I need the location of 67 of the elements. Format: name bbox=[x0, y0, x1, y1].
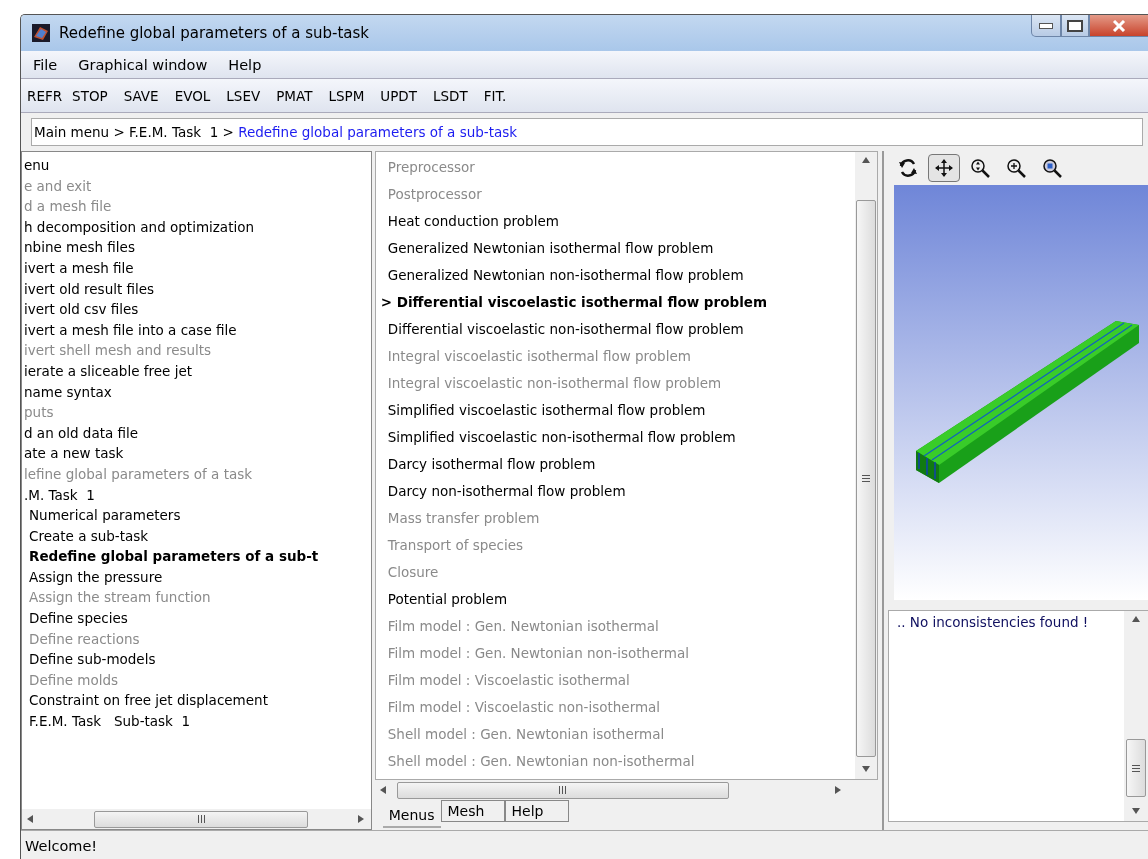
minimize-button[interactable] bbox=[1031, 15, 1061, 37]
list-item[interactable]: Generalized Newtonian non-isothermal flow problem bbox=[387, 262, 855, 289]
tree-item[interactable]: Numerical parameters bbox=[22, 505, 371, 526]
list-item[interactable]: > Differential viscoelastic isothermal flow problem bbox=[380, 289, 855, 316]
list-item[interactable]: Potential problem bbox=[387, 586, 855, 613]
list-item[interactable]: Differential viscoelastic non-isothermal flow problem bbox=[387, 316, 855, 343]
app-icon bbox=[31, 23, 51, 43]
tree-item[interactable]: name syntax bbox=[22, 381, 371, 403]
menu-item[interactable]: Graphical window bbox=[78, 56, 208, 73]
tree-item[interactable]: ate a new task bbox=[22, 443, 371, 464]
tree-item[interactable]: nbine mesh files bbox=[22, 237, 371, 258]
grip-icon bbox=[862, 474, 870, 483]
tree-item[interactable]: Create a sub-task bbox=[22, 525, 371, 547]
grip-icon bbox=[1132, 763, 1140, 773]
tree-item[interactable]: .M. Task 1 bbox=[22, 484, 371, 506]
close-icon bbox=[1112, 19, 1126, 32]
horizontal-scrollbar[interactable] bbox=[22, 809, 371, 829]
list-item[interactable]: Simplified viscoelastic isothermal flow problem bbox=[387, 397, 855, 424]
tree-item[interactable]: ivert old result files bbox=[22, 278, 371, 300]
vertical-scrollbar[interactable] bbox=[1124, 611, 1148, 821]
toolbar-button[interactable]: STOP bbox=[72, 87, 108, 104]
tree-item[interactable]: d an old data file bbox=[22, 422, 371, 444]
breadcrumb-current: Redefine global parameters of a sub-task bbox=[238, 124, 518, 140]
arrow-icon[interactable] bbox=[378, 785, 389, 795]
breadcrumb-path: Main menu > F.E.M. Task 1 > bbox=[34, 124, 235, 140]
list-item[interactable]: Darcy non-isothermal flow problem bbox=[387, 478, 855, 505]
toolbar-button[interactable]: LSPM bbox=[328, 87, 365, 104]
toolbar-button[interactable]: UPDT bbox=[380, 87, 417, 104]
list-item[interactable]: Darcy isothermal flow problem bbox=[387, 451, 855, 478]
toolbar-button[interactable]: EVOL bbox=[174, 87, 211, 104]
menu-item[interactable]: File bbox=[33, 56, 58, 73]
toolbar-button[interactable]: PMAT bbox=[276, 87, 313, 104]
tree-item[interactable]: Redefine global parameters of a sub-t bbox=[22, 546, 371, 567]
toolbar-button[interactable]: LSDT bbox=[432, 87, 468, 104]
tree-item[interactable]: F.E.M. Task Sub-task 1 bbox=[22, 711, 371, 732]
tree-item[interactable]: ivert a mesh file into a case file bbox=[22, 319, 371, 341]
grip-icon bbox=[196, 815, 206, 823]
toolbar-button[interactable]: SAVE bbox=[123, 87, 159, 104]
list-item[interactable]: Simplified viscoelastic non-isothermal flow problem bbox=[387, 424, 855, 451]
vertical-scrollbar[interactable] bbox=[855, 152, 877, 779]
console-message: .. No inconsistencies found ! bbox=[896, 613, 1090, 632]
tree-item[interactable]: h decomposition and optimization bbox=[22, 216, 371, 238]
list-item[interactable]: Generalized Newtonian isothermal flow problem bbox=[387, 235, 855, 262]
tab[interactable]: Mesh bbox=[440, 800, 505, 822]
status-text: Welcome! bbox=[25, 837, 98, 854]
tree-item[interactable]: Assign the pressure bbox=[22, 566, 371, 588]
window-title: Redefine global parameters of a sub-task bbox=[59, 24, 369, 42]
tree-item[interactable]: Define species bbox=[22, 608, 371, 629]
tree-item[interactable]: Define sub-models bbox=[22, 649, 371, 670]
tree-item[interactable]: ivert old csv files bbox=[22, 299, 371, 320]
move-icon[interactable] bbox=[928, 154, 960, 182]
arrow-icon[interactable] bbox=[26, 814, 36, 824]
tree-item[interactable]: ivert a mesh file bbox=[22, 257, 371, 279]
toolbar-button[interactable]: REFR bbox=[27, 87, 63, 104]
tree-item[interactable]: enu bbox=[22, 155, 371, 176]
arrow-icon[interactable] bbox=[1131, 615, 1141, 625]
list-item[interactable]: Heat conduction problem bbox=[387, 208, 855, 235]
menu-item[interactable]: Help bbox=[228, 56, 262, 73]
tree-item[interactable]: Constraint on free jet displacement bbox=[22, 690, 371, 712]
tree-item[interactable]: ierate a sliceable free jet bbox=[22, 360, 371, 382]
maximize-button[interactable] bbox=[1061, 15, 1089, 37]
grip-icon bbox=[558, 786, 568, 794]
close-button[interactable] bbox=[1089, 15, 1148, 37]
tab[interactable]: Help bbox=[504, 800, 569, 822]
arrow-icon[interactable] bbox=[861, 156, 871, 166]
toolbar-button[interactable]: FIT. bbox=[483, 87, 507, 104]
toolbar-button[interactable]: LSEV bbox=[226, 87, 261, 104]
